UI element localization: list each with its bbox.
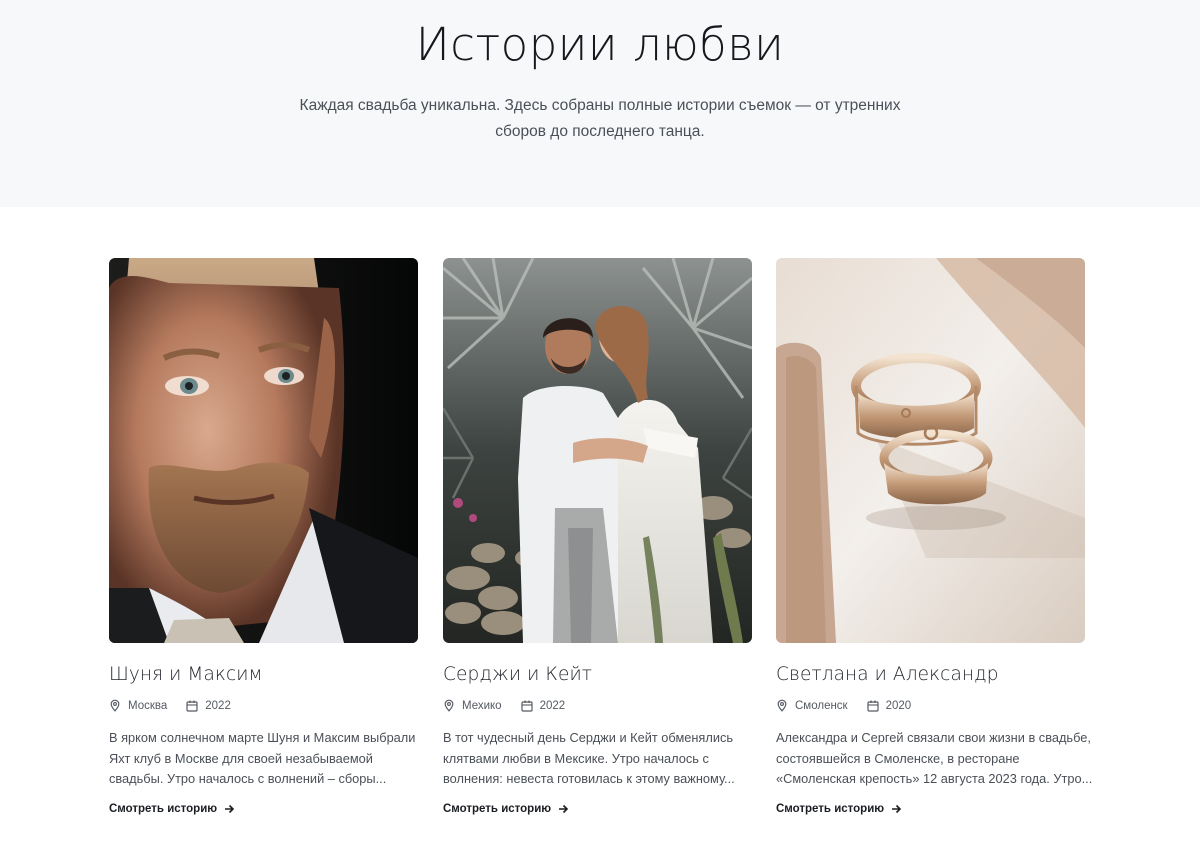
arrow-right-icon bbox=[892, 804, 902, 814]
story-title: Серджи и Кейт bbox=[443, 664, 592, 685]
story-location: Москва bbox=[109, 699, 167, 712]
story-meta: Смоленск 2020 bbox=[776, 699, 930, 712]
story-location-label: Мехико bbox=[462, 699, 502, 712]
map-pin-icon bbox=[444, 699, 454, 712]
view-story-label: Смотреть историю bbox=[109, 803, 218, 815]
story-card[interactable]: Светлана и Александр Смоленск 2020 Алекс… bbox=[776, 258, 1092, 815]
story-date: 2020 bbox=[866, 699, 912, 712]
story-title: Светлана и Александр bbox=[776, 664, 999, 685]
view-story-link[interactable]: Смотреть историю bbox=[443, 803, 569, 815]
hero-section: Истории любви Каждая свадьба уникальна. … bbox=[0, 0, 1200, 207]
story-description: В ярком солнечном марте Шуня и Максим вы… bbox=[109, 730, 416, 786]
page-subtitle: Каждая свадьба уникальна. Здесь собраны … bbox=[299, 97, 901, 140]
view-story-link[interactable]: Смотреть историю bbox=[776, 803, 902, 815]
arrow-right-icon bbox=[225, 804, 235, 814]
map-pin-icon bbox=[110, 699, 120, 712]
story-location: Мехико bbox=[443, 699, 502, 712]
calendar-icon bbox=[186, 700, 198, 712]
story-photo-couple-embrace[interactable] bbox=[443, 258, 752, 643]
story-date: 2022 bbox=[186, 700, 231, 712]
story-photo-wedding-rings[interactable] bbox=[776, 258, 1085, 643]
story-photo-groom-portrait[interactable] bbox=[109, 258, 418, 643]
story-year-label: 2022 bbox=[539, 699, 566, 712]
story-title: Шуня и Максим bbox=[109, 664, 263, 685]
story-card[interactable]: Серджи и Кейт Мехико 2022 В тот чудесный… bbox=[443, 258, 752, 815]
story-description: Александра и Сергей связали свои жизни в… bbox=[776, 730, 1093, 786]
map-pin-icon bbox=[777, 699, 787, 712]
story-date: 2022 bbox=[520, 699, 566, 712]
story-location-label: Москва bbox=[128, 699, 168, 712]
arrow-right-icon bbox=[559, 804, 569, 814]
story-year-label: 2022 bbox=[205, 699, 231, 712]
calendar-icon bbox=[520, 700, 533, 712]
story-card[interactable]: Шуня и Максим Москва 2022 В ярком солнеч… bbox=[109, 258, 418, 815]
story-location-label: Смоленск bbox=[795, 699, 848, 712]
calendar-icon bbox=[866, 700, 879, 712]
story-description: В тот чудесный день Серджи и Кейт обменя… bbox=[443, 730, 735, 786]
view-story-label: Смотреть историю bbox=[443, 803, 552, 815]
story-meta: Москва 2022 bbox=[109, 699, 250, 712]
story-year-label: 2020 bbox=[885, 699, 912, 712]
story-location: Смоленск bbox=[776, 699, 848, 712]
view-story-link[interactable]: Смотреть историю bbox=[109, 803, 235, 815]
view-story-label: Смотреть историю bbox=[776, 803, 885, 815]
story-meta: Мехико 2022 bbox=[443, 699, 584, 712]
page-title: Истории любви bbox=[415, 18, 785, 71]
